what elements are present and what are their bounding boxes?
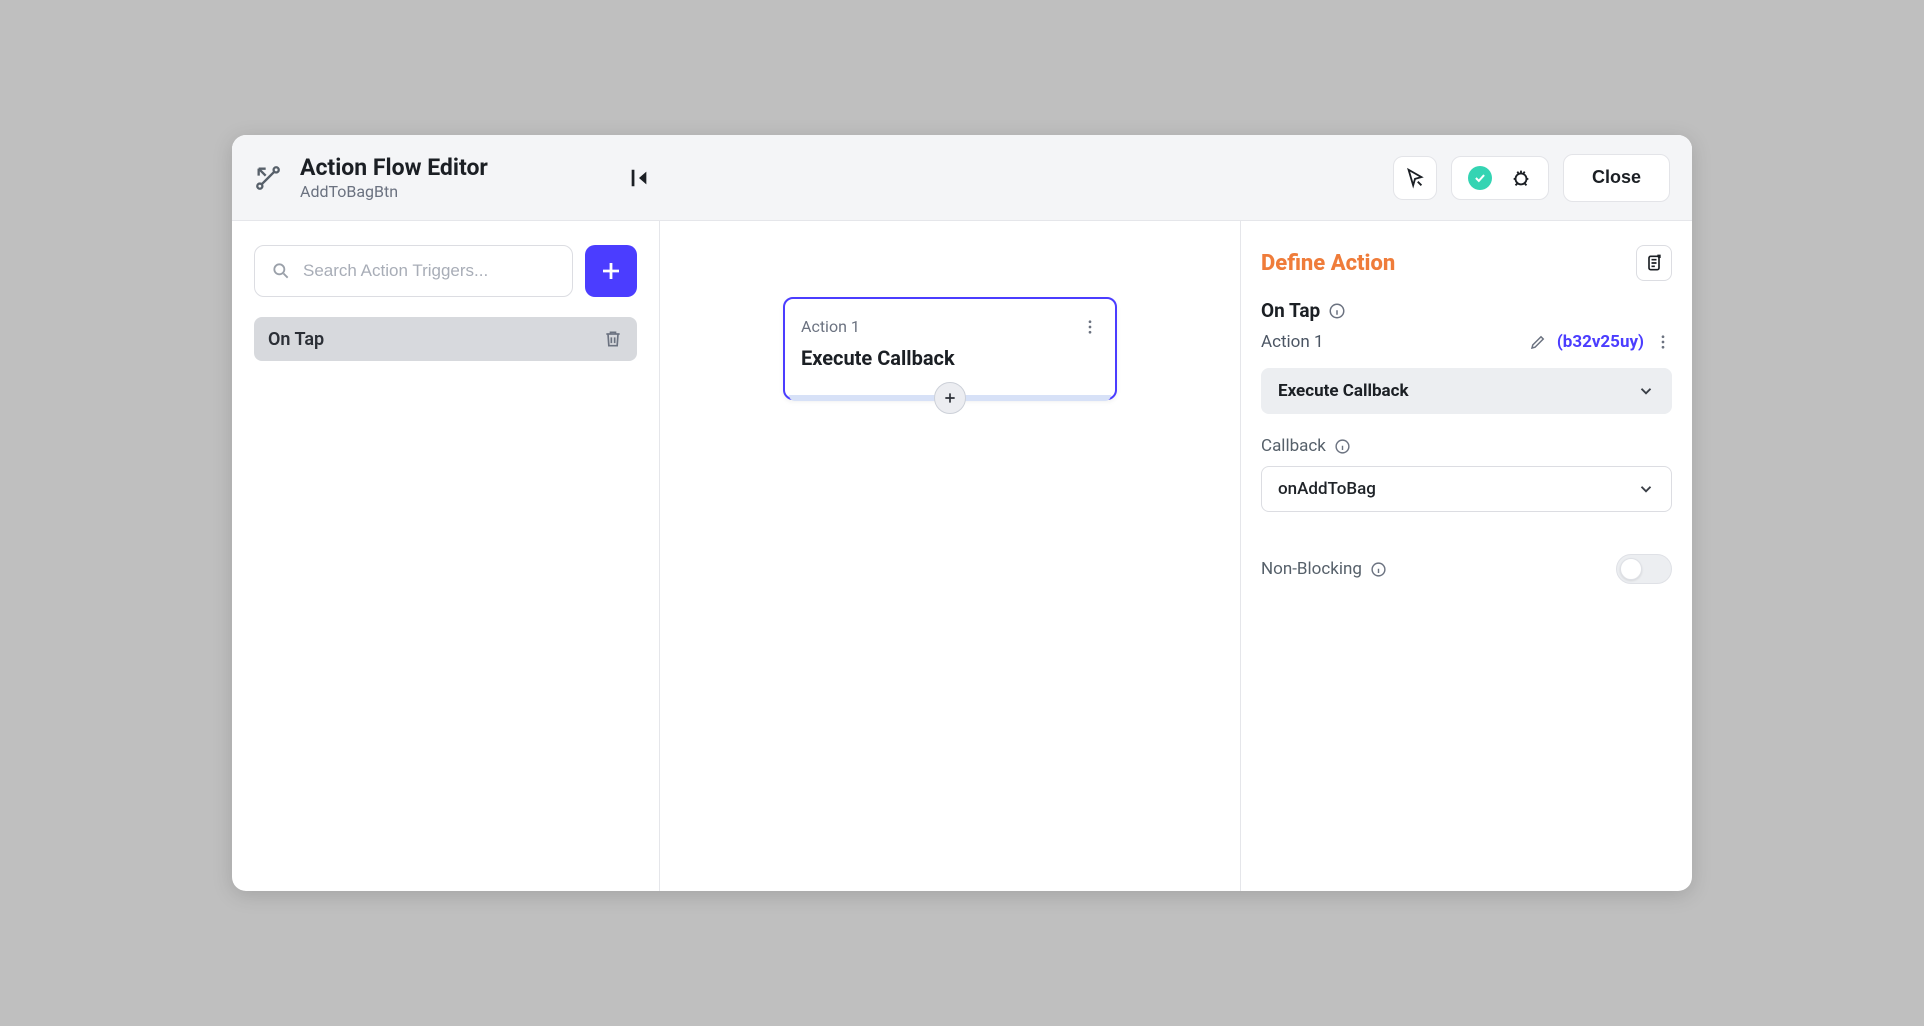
close-button[interactable]: Close: [1563, 154, 1670, 202]
action-card-subtitle: Action 1: [801, 317, 860, 336]
header-left: Action Flow Editor AddToBagBtn: [254, 154, 654, 201]
cursor-tool-button[interactable]: [1393, 156, 1437, 200]
action-canvas[interactable]: Action 1 Execute Callback: [660, 221, 1240, 891]
editor-title: Action Flow Editor: [300, 154, 488, 182]
editor-subtitle: AddToBagBtn: [300, 182, 488, 201]
search-icon: [271, 261, 291, 281]
trigger-item-label: On Tap: [268, 329, 324, 350]
action-hash[interactable]: (b32v25uy): [1557, 332, 1644, 352]
info-icon[interactable]: [1334, 438, 1351, 455]
chevron-down-icon: [1637, 480, 1655, 498]
panel-heading: Define Action: [1261, 251, 1395, 276]
triggers-sidebar: On Tap: [232, 221, 660, 891]
search-input[interactable]: [303, 261, 556, 281]
action-card-menu-button[interactable]: [1081, 318, 1099, 336]
action-type-select[interactable]: Execute Callback: [1261, 368, 1672, 414]
define-action-panel: Define Action On Tap Action 1 (b32v: [1240, 221, 1692, 891]
callback-select[interactable]: onAddToBag: [1261, 466, 1672, 512]
callback-field-label: Callback: [1261, 436, 1326, 456]
add-trigger-button[interactable]: [585, 245, 637, 297]
action-card-title: Execute Callback: [801, 346, 1099, 370]
info-icon[interactable]: [1328, 302, 1346, 320]
toggle-knob: [1620, 558, 1642, 580]
status-ok-icon: [1468, 166, 1492, 190]
action-flow-editor-modal: Action Flow Editor AddToBagBtn: [232, 135, 1692, 891]
add-action-below-button[interactable]: [934, 382, 966, 414]
action-card[interactable]: Action 1 Execute Callback: [783, 297, 1117, 400]
search-row: [254, 245, 637, 297]
panel-trigger-name: On Tap: [1261, 299, 1320, 322]
collapse-sidebar-button[interactable]: [624, 163, 654, 193]
modal-body: On Tap Action 1 Execute Callback: [232, 221, 1692, 891]
debug-icon[interactable]: [1510, 167, 1532, 189]
chevron-down-icon: [1637, 382, 1655, 400]
callback-value: onAddToBag: [1278, 479, 1376, 499]
panel-action-menu-button[interactable]: [1654, 333, 1672, 351]
panel-action-label: Action 1: [1261, 332, 1519, 352]
header-right: Close: [1393, 154, 1670, 202]
info-icon[interactable]: [1370, 561, 1387, 578]
trigger-item-on-tap[interactable]: On Tap: [254, 317, 637, 361]
non-blocking-toggle[interactable]: [1616, 554, 1672, 584]
action-type-value: Execute Callback: [1278, 381, 1409, 401]
search-box[interactable]: [254, 245, 573, 297]
copy-action-button[interactable]: [1636, 245, 1672, 281]
title-block: Action Flow Editor AddToBagBtn: [300, 154, 488, 201]
modal-header: Action Flow Editor AddToBagBtn: [232, 135, 1692, 221]
edit-action-icon[interactable]: [1529, 333, 1547, 351]
action-flow-icon: [254, 164, 282, 192]
status-debug-group: [1451, 156, 1549, 200]
non-blocking-label: Non-Blocking: [1261, 559, 1362, 579]
delete-trigger-button[interactable]: [603, 329, 623, 349]
